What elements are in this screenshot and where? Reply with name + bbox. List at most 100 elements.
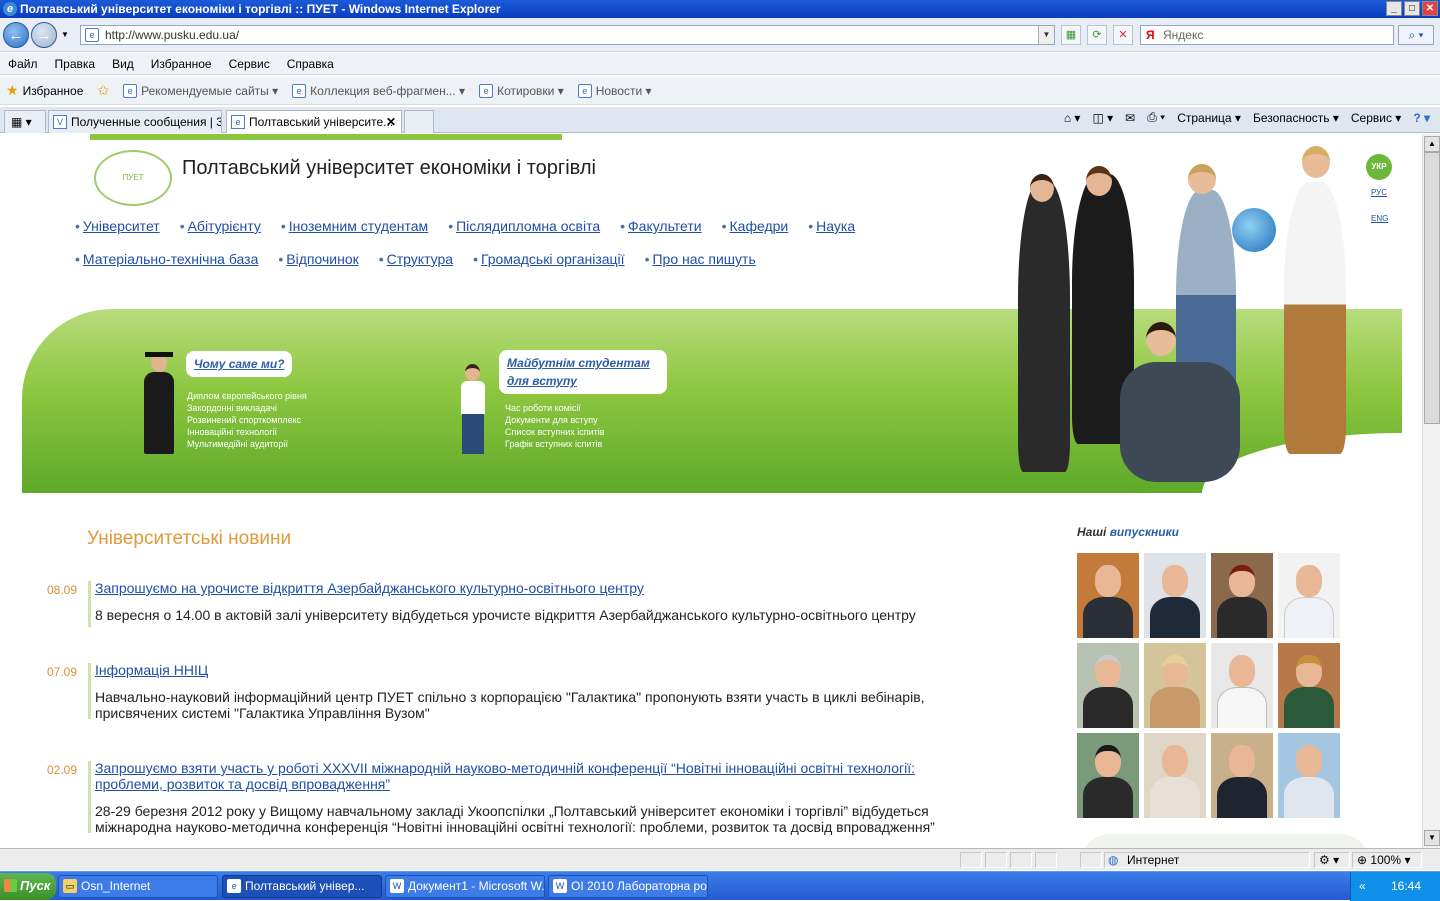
sidebar-block [1080, 834, 1370, 848]
system-tray: « 16:44 [1350, 872, 1440, 901]
add-favorite-icon[interactable]: ✩ [97, 82, 109, 99]
fav-news[interactable]: e Новости ▾ [577, 83, 652, 98]
students-group-image [1000, 142, 1370, 502]
future-students-list: Час роботи комісії Документи для вступу … [505, 402, 605, 450]
close-tab-icon[interactable]: ✕ [386, 111, 396, 133]
alumni-photo[interactable] [1144, 733, 1206, 818]
menu-favorites[interactable]: Избранное [151, 57, 212, 71]
forward-button[interactable]: → [31, 22, 57, 48]
print-icon[interactable]: ⎙ ▾ [1147, 110, 1165, 125]
status-cell [985, 852, 1007, 868]
lang-eng[interactable]: ENG [1371, 214, 1388, 223]
alumni-photo[interactable] [1144, 553, 1206, 638]
fav-quotes[interactable]: e Котировки ▾ [479, 83, 564, 98]
maximize-button[interactable]: □ [1404, 1, 1420, 16]
taskbar-item-word[interactable]: W Документ1 - Microsoft W... [385, 875, 545, 898]
nav-facilities[interactable]: Матеріально-технічна база [83, 251, 258, 267]
nav-press[interactable]: Про нас пишуть [652, 251, 755, 267]
cmd-tools[interactable]: Сервис ▾ [1351, 111, 1401, 125]
scroll-up-icon[interactable]: ▲ [1424, 136, 1440, 152]
future-students-link[interactable]: Майбутнім студентам для вступу [499, 350, 667, 394]
taskbar-label: Полтавський універ... [245, 879, 365, 893]
feeds-icon[interactable]: ◫ ▾ [1092, 111, 1113, 125]
search-input[interactable]: Я Яндекс [1140, 25, 1394, 45]
tray-expand-icon[interactable]: « [1359, 872, 1366, 901]
news-title-link[interactable]: Інформація ННІЦ [95, 662, 985, 678]
alumni-photo[interactable] [1077, 733, 1139, 818]
vertical-scrollbar[interactable]: ▲ ▼ [1422, 134, 1440, 848]
news-date: 08.09 [47, 583, 78, 597]
why-us-list: Диплом європейського рівня Закордонні ви… [187, 390, 307, 450]
nav-science[interactable]: Наука [816, 218, 855, 234]
status-cell [960, 852, 982, 868]
menu-tools[interactable]: Сервис [229, 57, 270, 71]
scroll-thumb[interactable] [1424, 152, 1440, 424]
home-icon[interactable]: ⌂ ▾ [1064, 111, 1081, 125]
status-cell [1080, 852, 1102, 868]
window-title: Полтавський університет економіки і торг… [20, 2, 501, 16]
word-icon: W [390, 879, 404, 893]
alumni-photo[interactable] [1278, 553, 1340, 638]
refresh-button[interactable]: ⟳ [1087, 25, 1107, 45]
news-title-link[interactable]: Запрошуємо взяти участь у роботі XXXVII … [95, 760, 985, 792]
nav-leisure[interactable]: Відпочинок [286, 251, 358, 267]
taskbar-item-folder[interactable]: ▭ Osn_Internet [58, 875, 218, 898]
news-title-link[interactable]: Запрошуємо на урочисте відкриття Азербай… [95, 580, 985, 596]
nav-postgraduate[interactable]: Післядипломна освіта [456, 218, 600, 234]
help-icon[interactable]: ? ▾ [1413, 111, 1430, 125]
nav-university[interactable]: Університет [83, 218, 160, 234]
new-tab-button[interactable] [404, 110, 434, 133]
scroll-down-icon[interactable]: ▼ [1424, 830, 1440, 846]
address-toolbar: ← → ▼ e http://www.pusku.edu.ua/ ▼ ▦ ⟳ ✕… [0, 18, 1440, 52]
alumni-photo[interactable] [1211, 733, 1273, 818]
protected-mode-icon[interactable]: ⚙ ▾ [1314, 852, 1350, 868]
address-dropdown-icon[interactable]: ▼ [1038, 26, 1054, 44]
nav-public-orgs[interactable]: Громадські організації [481, 251, 625, 267]
alumni-photo[interactable] [1278, 733, 1340, 818]
menu-edit[interactable]: Правка [55, 57, 96, 71]
close-button[interactable]: ✕ [1422, 1, 1438, 16]
quick-tabs-button[interactable]: ▦ ▾ [4, 110, 46, 133]
compat-view-button[interactable]: ▦ [1061, 25, 1081, 45]
why-us-link[interactable]: Чому саме ми? [186, 351, 293, 377]
tab-messages[interactable]: V Полученные сообщения | 3 ... [48, 110, 222, 133]
nav-structure[interactable]: Структура [387, 251, 453, 267]
stop-button[interactable]: ✕ [1113, 25, 1133, 45]
alumni-photo[interactable] [1278, 643, 1340, 728]
alumni-photo[interactable] [1077, 553, 1139, 638]
nav-faculties[interactable]: Факультети [628, 218, 702, 234]
search-button[interactable]: ⌕ ▾ [1398, 25, 1434, 45]
ie-page-icon: e [231, 115, 245, 129]
favorites-button[interactable]: ★ Избранное [6, 82, 83, 99]
university-logo[interactable]: ПУЕТ [94, 150, 172, 206]
alumni-photo[interactable] [1211, 643, 1273, 728]
fav-suggested-sites[interactable]: e Рекомендуемые сайты ▾ [123, 83, 278, 98]
alumni-heading-part2[interactable]: випускники [1110, 525, 1179, 539]
cmd-page[interactable]: Страница ▾ [1177, 111, 1241, 125]
address-input[interactable]: e http://www.pusku.edu.ua/ ▼ [80, 25, 1055, 45]
security-zone[interactable]: ◍ Интернет [1104, 852, 1310, 868]
history-dropdown-icon[interactable]: ▼ [61, 30, 69, 39]
alumni-photo[interactable] [1211, 553, 1273, 638]
nav-foreign-students[interactable]: Іноземним студентам [289, 218, 428, 234]
why-us-item: Мультимедійні аудиторії [187, 439, 288, 449]
lang-rus[interactable]: РУС [1371, 188, 1387, 197]
taskbar-item-word2[interactable]: W OI 2010 Лабораторна ро... [548, 875, 708, 898]
student-figure [456, 364, 490, 456]
nav-applicants[interactable]: Абітурієнту [188, 218, 261, 234]
zoom-control[interactable]: ⊕ 100% ▾ [1352, 852, 1422, 868]
fav-web-slice-gallery[interactable]: e Коллекция веб-фрагмен... ▾ [292, 83, 465, 98]
mail-icon[interactable]: ✉ [1125, 111, 1135, 125]
minimize-button[interactable]: _ [1386, 1, 1402, 16]
back-button[interactable]: ← [3, 22, 29, 48]
menu-view[interactable]: Вид [112, 57, 134, 71]
start-button[interactable]: Пуск [0, 873, 56, 900]
taskbar-item-ie[interactable]: e Полтавський універ... [222, 875, 382, 898]
alumni-photo[interactable] [1144, 643, 1206, 728]
menu-help[interactable]: Справка [287, 57, 334, 71]
alumni-photo[interactable] [1077, 643, 1139, 728]
cmd-safety[interactable]: Безопасность ▾ [1253, 111, 1339, 125]
menu-file[interactable]: Файл [8, 57, 38, 71]
tab-puet[interactable]: e Полтавський університе... ✕ [226, 110, 402, 133]
nav-departments[interactable]: Кафедри [730, 218, 789, 234]
